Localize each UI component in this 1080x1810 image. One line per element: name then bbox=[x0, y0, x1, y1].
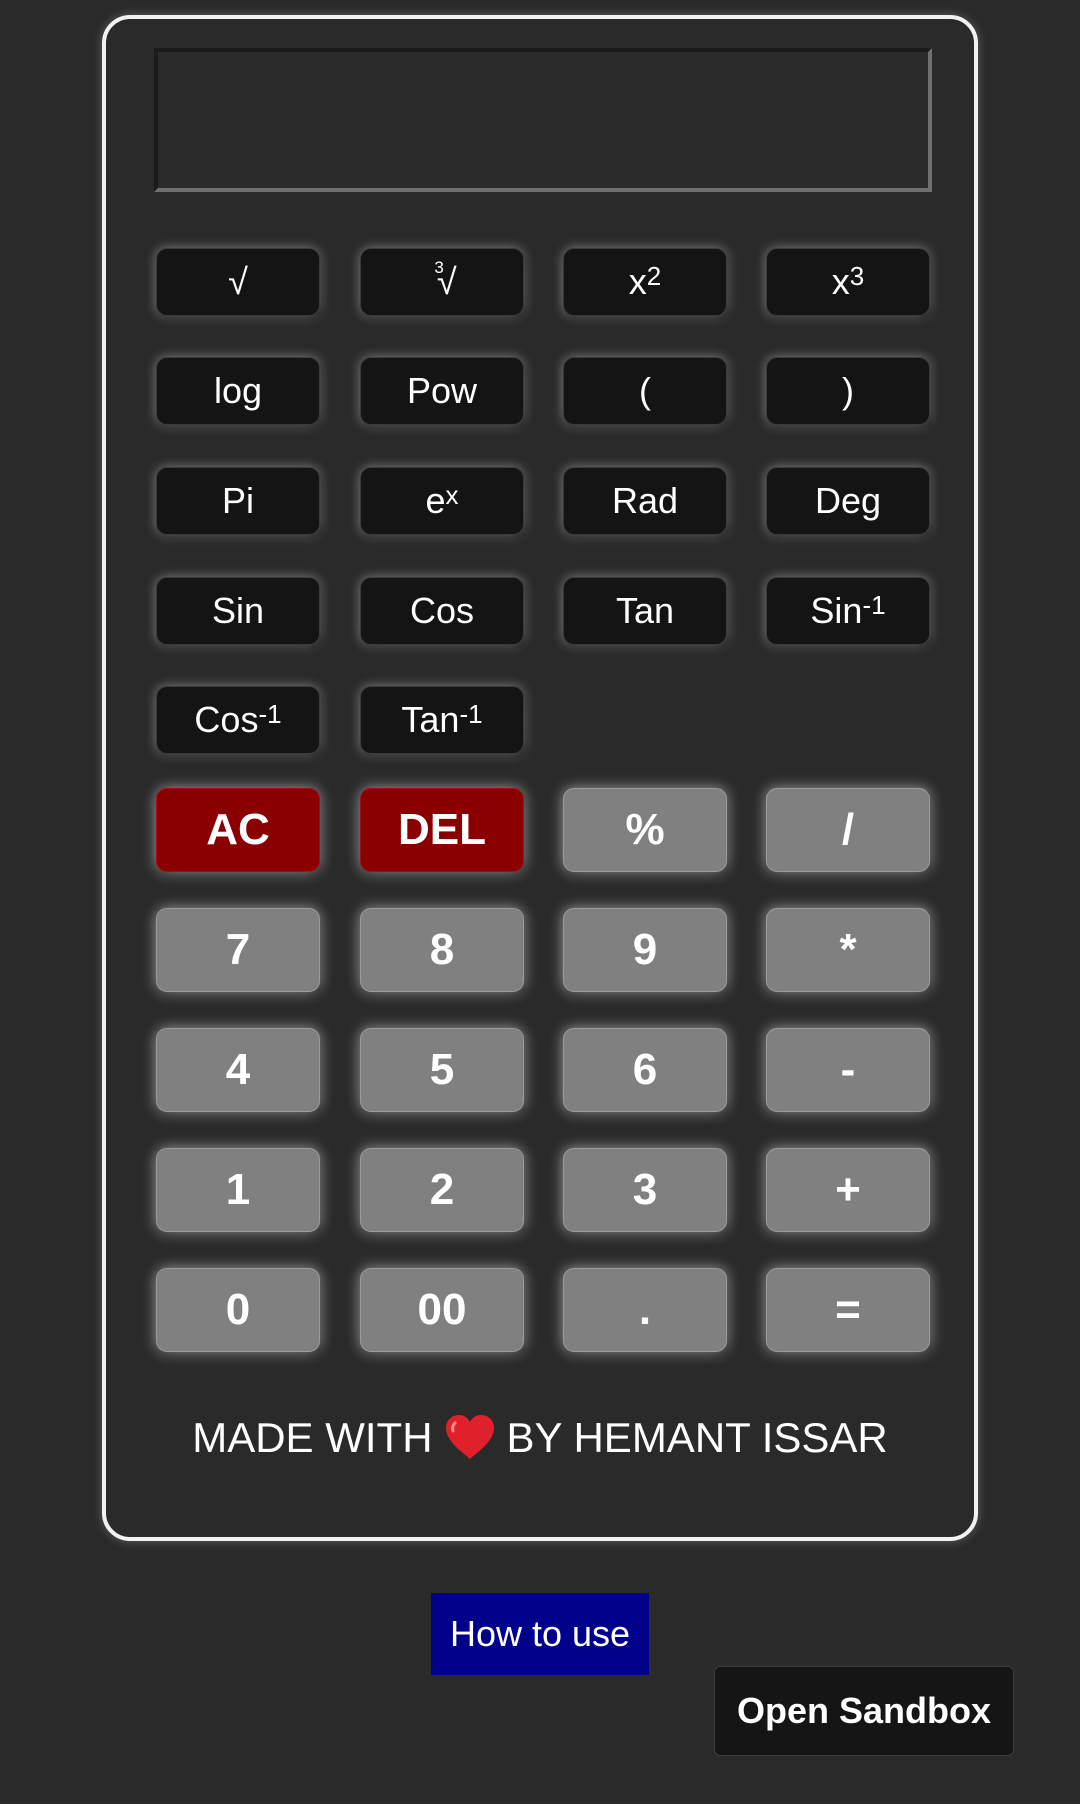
delete-label: DEL bbox=[398, 805, 486, 854]
sin-label: Sin bbox=[211, 590, 265, 631]
pow-label: Pow bbox=[406, 370, 478, 411]
exp-button[interactable]: ex bbox=[360, 467, 524, 535]
acos-base: Cos bbox=[194, 699, 259, 740]
digit-6-label: 6 bbox=[632, 1045, 658, 1094]
acos-button[interactable]: Cos -1 bbox=[156, 686, 320, 754]
open-paren-button[interactable]: ( bbox=[563, 357, 727, 425]
digit-9-button[interactable]: 9 bbox=[563, 908, 727, 992]
square-button[interactable]: x2 bbox=[563, 248, 727, 316]
open-paren-label: ( bbox=[639, 370, 651, 411]
square-base: x bbox=[628, 261, 647, 302]
sin-button[interactable]: Sin bbox=[156, 577, 320, 645]
equals-button[interactable]: = bbox=[766, 1268, 930, 1352]
sqrt-label: √ bbox=[228, 261, 248, 302]
heart-icon bbox=[445, 1414, 494, 1459]
credit-prefix: MADE WITH bbox=[192, 1414, 433, 1461]
delete-button[interactable]: DEL bbox=[360, 788, 524, 872]
minus-label: - bbox=[840, 1045, 856, 1094]
log-label: log bbox=[213, 370, 263, 411]
credit-suffix: BY HEMANT ISSAR bbox=[506, 1414, 888, 1461]
cos-button[interactable]: Cos bbox=[360, 577, 524, 645]
cbrt-button[interactable]: 3 √ bbox=[360, 248, 524, 316]
bottom-divider bbox=[0, 1804, 1080, 1810]
plus-button[interactable]: + bbox=[766, 1148, 930, 1232]
digit-1-label: 1 bbox=[225, 1165, 251, 1214]
digit-7-label: 7 bbox=[225, 925, 251, 974]
double-zero-button[interactable]: 00 bbox=[360, 1268, 524, 1352]
digit-8-label: 8 bbox=[429, 925, 455, 974]
divide-button[interactable]: / bbox=[766, 788, 930, 872]
digit-4-label: 4 bbox=[225, 1045, 251, 1094]
multiply-label: * bbox=[839, 925, 857, 974]
log-button[interactable]: log bbox=[156, 357, 320, 425]
digit-8-button[interactable]: 8 bbox=[360, 908, 524, 992]
digit-2-label: 2 bbox=[429, 1165, 455, 1214]
pi-label: Pi bbox=[221, 480, 254, 521]
digit-5-label: 5 bbox=[429, 1045, 455, 1094]
digit-3-button[interactable]: 3 bbox=[563, 1148, 727, 1232]
deg-button[interactable]: Deg bbox=[766, 467, 930, 535]
atan-base: Tan bbox=[401, 699, 460, 740]
all-clear-label: AC bbox=[206, 805, 270, 854]
digit-6-button[interactable]: 6 bbox=[563, 1028, 727, 1112]
digit-1-button[interactable]: 1 bbox=[156, 1148, 320, 1232]
atan-button[interactable]: Tan -1 bbox=[360, 686, 524, 754]
open-sandbox-button[interactable]: Open Sandbox bbox=[714, 1666, 1014, 1756]
digit-7-button[interactable]: 7 bbox=[156, 908, 320, 992]
multiply-button[interactable]: * bbox=[766, 908, 930, 992]
digit-9-label: 9 bbox=[632, 925, 658, 974]
cos-label: Cos bbox=[409, 590, 475, 631]
tan-button[interactable]: Tan bbox=[563, 577, 727, 645]
minus-button[interactable]: - bbox=[766, 1028, 930, 1112]
equals-label: = bbox=[835, 1285, 861, 1334]
digit-5-button[interactable]: 5 bbox=[360, 1028, 524, 1112]
close-paren-button[interactable]: ) bbox=[766, 357, 930, 425]
cube-base: x bbox=[831, 261, 850, 302]
digit-4-button[interactable]: 4 bbox=[156, 1028, 320, 1112]
how-to-use-button[interactable]: How to use bbox=[431, 1593, 649, 1675]
asin-base: Sin bbox=[810, 590, 863, 631]
how-to-use-label: How to use bbox=[449, 1613, 631, 1654]
divide-label: / bbox=[841, 805, 855, 854]
digit-0-button[interactable]: 0 bbox=[156, 1268, 320, 1352]
digit-2-button[interactable]: 2 bbox=[360, 1148, 524, 1232]
digit-0-label: 0 bbox=[225, 1285, 251, 1334]
rad-button[interactable]: Rad bbox=[563, 467, 727, 535]
tan-label: Tan bbox=[615, 590, 675, 631]
credit-line: MADE WITH BY HEMANT ISSAR bbox=[106, 1414, 974, 1465]
digit-3-label: 3 bbox=[632, 1165, 658, 1214]
decimal-label: . bbox=[638, 1285, 652, 1334]
deg-label: Deg bbox=[814, 480, 882, 521]
double-zero-label: 00 bbox=[417, 1285, 467, 1334]
rad-label: Rad bbox=[611, 480, 679, 521]
percent-label: % bbox=[625, 805, 665, 854]
calculator-frame: √ 3 √ x2 x3 log Pow ( ) Pi ex Rad Deg Sin… bbox=[102, 15, 978, 1541]
decimal-button[interactable]: . bbox=[563, 1268, 727, 1352]
pow-button[interactable]: Pow bbox=[360, 357, 524, 425]
cube-button[interactable]: x3 bbox=[766, 248, 930, 316]
exp-base: e bbox=[425, 480, 446, 521]
pi-button[interactable]: Pi bbox=[156, 467, 320, 535]
percent-button[interactable]: % bbox=[563, 788, 727, 872]
asin-button[interactable]: Sin -1 bbox=[766, 577, 930, 645]
close-paren-label: ) bbox=[842, 370, 854, 411]
sqrt-button[interactable]: √ bbox=[156, 248, 320, 316]
all-clear-button[interactable]: AC bbox=[156, 788, 320, 872]
calculator-display bbox=[154, 48, 932, 192]
open-sandbox-label: Open Sandbox bbox=[736, 1690, 992, 1731]
plus-label: + bbox=[835, 1165, 861, 1214]
